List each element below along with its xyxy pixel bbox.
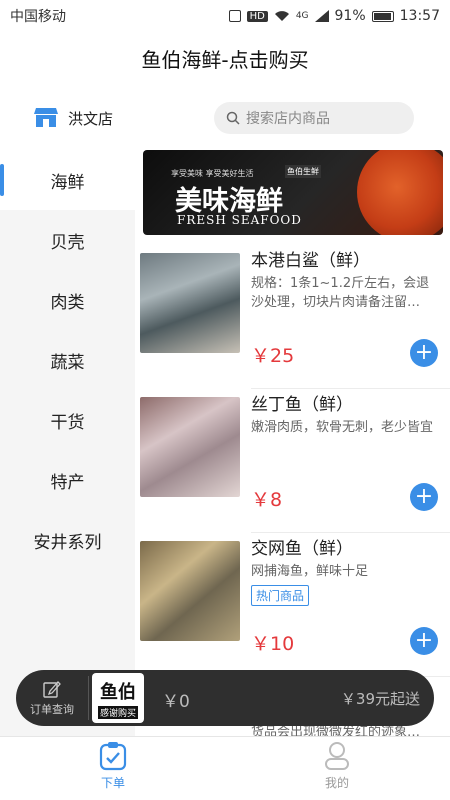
sidebar-item-vegetables[interactable]: 蔬菜 bbox=[0, 330, 135, 390]
store-row: 洪文店 搜索店内商品 bbox=[0, 96, 450, 140]
banner-subtitle: 享受美味 享受美好生活 bbox=[171, 169, 254, 178]
sidebar-item-anjing[interactable]: 安井系列 bbox=[0, 510, 135, 570]
banner-english: FRESH SEAFOOD bbox=[177, 213, 302, 227]
product-list[interactable]: 享受美味 享受美好生活 鱼伯生鲜 美味海鲜 FRESH SEAFOOD 本港白鲨… bbox=[135, 150, 450, 736]
vibrate-icon bbox=[228, 10, 241, 22]
order-query-label: 订单查询 bbox=[30, 702, 74, 716]
tab-order-label: 下单 bbox=[100, 776, 125, 790]
cart-total: ￥0 bbox=[162, 692, 190, 712]
add-to-cart-button[interactable]: + bbox=[410, 627, 438, 655]
product-desc: 网捕海鱼，鲜味十足 bbox=[251, 564, 369, 579]
status-bar: 中国移动 HD 4G 91% 13:57 bbox=[0, 0, 450, 32]
sidebar-item-specialty[interactable]: 特产 bbox=[0, 450, 135, 510]
product-item[interactable]: 丝丁鱼（鲜） 嫩滑肉质，软骨无刺，老少皆宜 ￥8 + bbox=[135, 389, 450, 533]
add-to-cart-button[interactable]: + bbox=[410, 483, 438, 511]
sidebar-item-dry-goods[interactable]: 干货 bbox=[0, 390, 135, 450]
promo-banner[interactable]: 享受美味 享受美好生活 鱼伯生鲜 美味海鲜 FRESH SEAFOOD bbox=[143, 150, 443, 235]
min-order-label[interactable]: ￥39元起送 bbox=[341, 688, 420, 709]
cart-bar[interactable]: 订单查询 鱼伯 感谢购买 ￥0 ￥39元起送 bbox=[16, 670, 434, 726]
category-sidebar: 海鲜 贝壳 肉类 蔬菜 干货 特产 安井系列 bbox=[0, 150, 135, 736]
page-title: 鱼伯海鲜-点击购买 bbox=[141, 47, 309, 72]
edit-icon bbox=[43, 680, 61, 698]
tab-mine-label: 我的 bbox=[324, 776, 349, 790]
network-label: 4G bbox=[295, 11, 309, 21]
product-desc: 规格：1条1~1.2斤左右，会退沙处理，切块片肉请备注留… bbox=[251, 276, 430, 310]
carrier-label: 中国移动 bbox=[10, 9, 66, 25]
user-icon bbox=[325, 742, 349, 770]
add-to-cart-button[interactable]: + bbox=[410, 339, 438, 367]
banner-brand: 鱼伯生鲜 bbox=[285, 165, 321, 178]
clipboard-icon bbox=[99, 742, 127, 771]
store-name[interactable]: 洪文店 bbox=[68, 108, 113, 129]
wifi-icon bbox=[274, 11, 289, 21]
hd-badge: HD bbox=[246, 10, 268, 22]
product-image[interactable] bbox=[140, 397, 240, 497]
tab-order[interactable]: 下单 bbox=[83, 741, 143, 799]
search-placeholder: 搜索店内商品 bbox=[246, 111, 330, 127]
tab-mine[interactable]: 我的 bbox=[307, 741, 367, 799]
sidebar-item-shellfish[interactable]: 贝壳 bbox=[0, 210, 135, 270]
product-item[interactable]: 本港白鲨（鲜） 规格：1条1~1.2斤左右，会退沙处理，切块片肉请备注留… ￥2… bbox=[135, 245, 450, 389]
product-name: 丝丁鱼（鲜） bbox=[251, 395, 353, 415]
search-input[interactable]: 搜索店内商品 bbox=[214, 102, 414, 134]
product-item[interactable]: 交网鱼（鲜） 网捕海鱼，鲜味十足 热门商品 ￥10 + bbox=[135, 533, 450, 677]
logo-sub-text: 感谢购买 bbox=[97, 705, 138, 719]
clock: 13:57 bbox=[399, 8, 440, 24]
sidebar-item-meat[interactable]: 肉类 bbox=[0, 270, 135, 330]
hot-tag: 热门商品 bbox=[251, 585, 310, 606]
product-desc: 嫩滑肉质，软骨无刺，老少皆宜 bbox=[251, 420, 434, 435]
bottom-tab-bar: 下单 我的 bbox=[0, 736, 450, 800]
sidebar-item-seafood[interactable]: 海鲜 bbox=[0, 150, 135, 210]
cart-divider bbox=[88, 676, 89, 720]
order-query-button[interactable]: 订单查询 bbox=[16, 670, 88, 726]
product-price: ￥8 bbox=[251, 489, 283, 511]
product-price: ￥10 bbox=[251, 633, 295, 655]
logo-main-text: 鱼伯 bbox=[100, 681, 136, 703]
product-name: 交网鱼（鲜） bbox=[251, 539, 353, 559]
product-image[interactable] bbox=[140, 253, 240, 353]
product-price: ￥25 bbox=[251, 345, 295, 367]
cart-logo[interactable]: 鱼伯 感谢购买 bbox=[92, 673, 144, 723]
store-icon bbox=[34, 108, 58, 127]
crab-image bbox=[357, 150, 443, 235]
signal-icon bbox=[314, 10, 329, 22]
battery-percent: 91% bbox=[334, 8, 366, 24]
product-name: 本港白鲨（鲜） bbox=[251, 251, 370, 271]
product-image[interactable] bbox=[140, 541, 240, 641]
search-icon bbox=[226, 111, 240, 125]
battery-icon bbox=[371, 10, 394, 22]
